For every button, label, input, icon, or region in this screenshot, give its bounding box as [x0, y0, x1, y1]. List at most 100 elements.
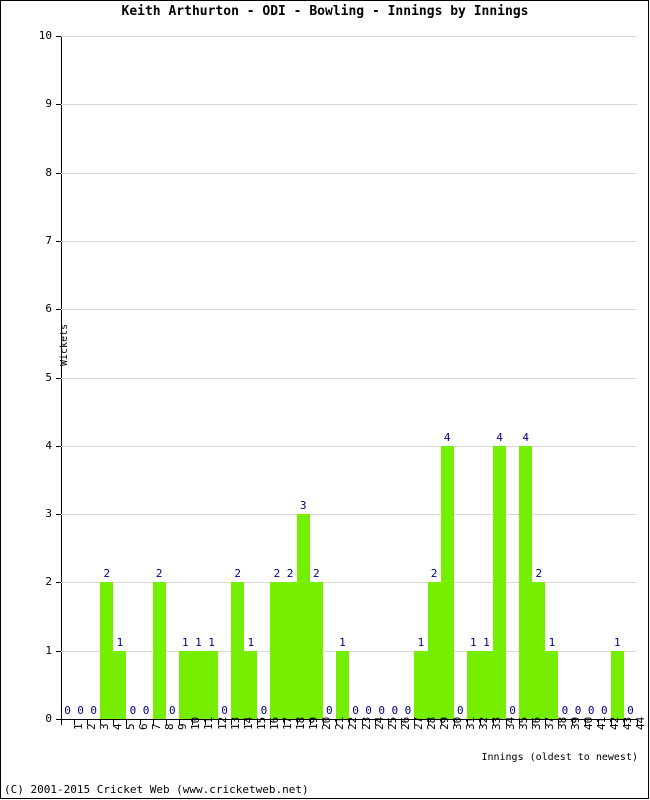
y-tick-mark: [56, 377, 61, 379]
bar: [191, 650, 205, 719]
x-axis-tick-label: 8: [163, 723, 177, 730]
x-axis-tick-label: 40: [582, 716, 596, 730]
x-axis-tick-label: 18: [294, 716, 308, 730]
bar: [152, 582, 166, 719]
y-tick-mark: [56, 445, 61, 447]
bar-value-label: 0: [260, 704, 268, 717]
gridline: [61, 377, 637, 379]
x-axis-tick-label: 26: [398, 716, 412, 730]
y-tick-mark: [56, 582, 61, 584]
bar: [205, 650, 219, 719]
bar-value-label: 1: [247, 635, 255, 649]
bar-value-label: 0: [574, 704, 582, 717]
x-axis-tick-label: 44: [634, 716, 648, 730]
bar-value-label: 1: [470, 635, 477, 649]
x-axis-tick-label: 25: [385, 716, 399, 730]
bar-value-label: 2: [430, 567, 438, 581]
bar: [479, 650, 493, 719]
x-axis-tick-label: 24: [372, 716, 386, 730]
bar-value-label: 2: [312, 567, 320, 581]
x-axis-tick-label: 43: [621, 716, 635, 730]
bar-value-label: 1: [614, 635, 621, 649]
bar-value-label: 0: [509, 704, 516, 717]
bar-value-label: 0: [561, 704, 569, 717]
chart-title: Keith Arthurton - ODI - Bowling - Inning…: [121, 4, 529, 19]
y-tick-mark: [56, 172, 61, 174]
bar-value-label: 1: [182, 635, 189, 649]
x-axis-tick-label: 23: [359, 716, 373, 730]
gridline: [61, 514, 637, 516]
gridline: [61, 309, 637, 311]
bar-value-label: 0: [168, 704, 176, 717]
x-axis-tick-label: 7: [150, 723, 164, 730]
x-axis-tick-label: 19: [307, 716, 321, 730]
y-axis-tick-label: 4: [45, 438, 52, 452]
y-axis-tick-label: 3: [45, 507, 52, 521]
y-axis-tick-label: 10: [38, 29, 52, 42]
bar-value-label: 2: [535, 567, 543, 581]
bar-value-label: 4: [443, 430, 451, 444]
x-axis-tick-label: 28: [425, 716, 438, 730]
bar: [519, 445, 533, 719]
bar-value-label: 1: [116, 635, 124, 649]
x-axis-tick-label: 22: [346, 716, 360, 730]
y-tick-mark: [56, 650, 61, 652]
bar: [244, 650, 258, 719]
bar: [493, 445, 507, 719]
bar: [610, 650, 624, 719]
y-axis-tick-label: 2: [45, 575, 52, 589]
x-axis-tick-label: 13: [228, 716, 242, 730]
x-axis-tick-label: 11: [202, 716, 216, 730]
bar-value-label: 0: [456, 704, 464, 717]
bar-value-label: 1: [417, 635, 425, 649]
bar: [545, 650, 559, 719]
x-axis-tick-label: 20: [320, 716, 334, 730]
plot-area: Wickets 0 1 2 3 4 5 6 7 8 9 10 0002100201110210223…: [39, 30, 637, 724]
bar-value-label: 0: [221, 704, 228, 717]
bar: [309, 582, 323, 719]
bar-value-label: 0: [365, 704, 372, 717]
x-axis-tick-label: 2: [84, 723, 98, 730]
bar-value-label: 0: [129, 704, 137, 717]
x-axis-tick-label: 10: [189, 716, 203, 730]
bar: [414, 650, 428, 719]
x-axis-tick-label: 39: [569, 716, 582, 730]
bar-value-label: 2: [103, 567, 111, 581]
x-axis-tick-label: 30: [451, 716, 465, 730]
x-axis-tick-label: 12: [215, 716, 229, 730]
bar: [335, 650, 349, 719]
bar: [270, 582, 284, 719]
bar-value-label: 0: [378, 704, 386, 717]
bar-value-label: 0: [627, 704, 634, 717]
x-axis-tick-label: 31: [464, 716, 478, 730]
y-axis-title: Wickets: [59, 323, 70, 366]
x-axis-tick-label: 14: [241, 716, 255, 730]
copyright-footer: (C) 2001-2015 Cricket Web (www.cricketwe…: [4, 783, 309, 796]
y-axis-tick-label: 5: [45, 370, 52, 384]
bar-value-label: 0: [142, 704, 150, 717]
bar-value-label: 1: [208, 635, 215, 649]
x-axis-tick-label: 27: [411, 716, 425, 730]
x-axis-tick-label: 34: [503, 716, 517, 730]
x-axis-tick-label: 41: [595, 716, 609, 730]
x-axis-tick-label: 33: [490, 716, 504, 730]
bar-value-label: 2: [155, 567, 163, 581]
x-axis-tick-label: 9: [176, 723, 190, 730]
gridline: [61, 172, 637, 174]
bar: [100, 582, 114, 719]
bar-value-label: 0: [600, 704, 608, 717]
y-tick-mark: [56, 36, 61, 37]
bar-value-label: 0: [90, 704, 98, 717]
x-axis-tick-label: 29: [438, 716, 452, 730]
bar: [283, 582, 297, 719]
y-tick-mark: [56, 240, 61, 242]
bar-value-label: 2: [273, 567, 281, 581]
bar-value-label: 2: [234, 567, 242, 581]
bar: [178, 650, 192, 719]
gridline: [61, 445, 637, 447]
y-tick-mark: [56, 104, 61, 106]
bar-value-label: 2: [286, 567, 294, 581]
x-axis-tick-label: 5: [123, 723, 137, 730]
bar-value-label: 3: [299, 499, 307, 513]
x-axis-tick-label: 21: [333, 716, 347, 730]
